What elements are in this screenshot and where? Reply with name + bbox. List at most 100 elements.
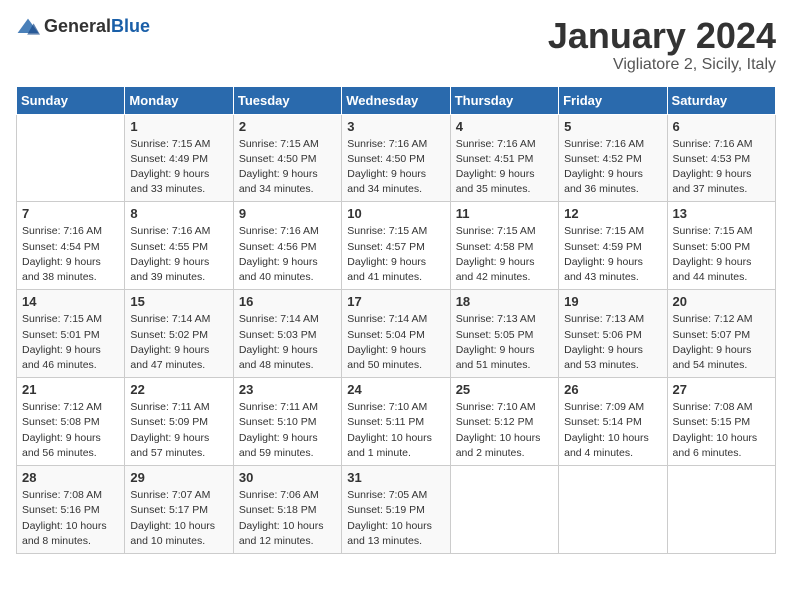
calendar-cell: 26Sunrise: 7:09 AMSunset: 5:14 PMDayligh… — [559, 378, 667, 466]
day-number: 14 — [22, 294, 119, 309]
day-number: 4 — [456, 119, 553, 134]
calendar-cell: 1 Sunrise: 7:15 AMSunset: 4:49 PMDaylight… — [125, 114, 233, 202]
calendar-cell: 7Sunrise: 7:16 AMSunset: 4:54 PMDaylight… — [17, 202, 125, 290]
day-number: 27 — [673, 382, 770, 397]
day-info: Sunrise: 7:06 AMSunset: 5:18 PMDaylight:… — [239, 488, 336, 549]
day-number: 18 — [456, 294, 553, 309]
header-day-wednesday: Wednesday — [342, 86, 450, 114]
day-info: Sunrise: 7:12 AMSunset: 5:07 PMDaylight:… — [673, 312, 770, 373]
day-info: Sunrise: 7:14 AMSunset: 5:03 PMDaylight:… — [239, 312, 336, 373]
day-info: Sunrise: 7:16 AMSunset: 4:55 PMDaylight:… — [130, 224, 227, 285]
day-number: 20 — [673, 294, 770, 309]
calendar-cell: 22 Sunrise: 7:11 AMSunset: 5:09 PMDayligh… — [125, 378, 233, 466]
day-number: 28 — [22, 470, 119, 485]
calendar-cell: 11 Sunrise: 7:15 AMSunset: 4:58 PMDayligh… — [450, 202, 558, 290]
header-day-thursday: Thursday — [450, 86, 558, 114]
calendar-cell: 14 Sunrise: 7:15 AMSunset: 5:01 PMDayligh… — [17, 290, 125, 378]
header-day-monday: Monday — [125, 86, 233, 114]
calendar-cell: 17 Sunrise: 7:14 AMSunset: 5:04 PMDayligh… — [342, 290, 450, 378]
calendar-cell: 27 Sunrise: 7:08 AMSunset: 5:15 PMDayligh… — [667, 378, 775, 466]
day-info: Sunrise: 7:14 AMSunset: 5:04 PMDaylight:… — [347, 312, 444, 373]
calendar-body: 1 Sunrise: 7:15 AMSunset: 4:49 PMDaylight… — [17, 114, 776, 553]
day-number: 6 — [673, 119, 770, 134]
day-number: 1 — [130, 119, 227, 134]
day-info: Sunrise: 7:11 AMSunset: 5:09 PMDaylight:… — [130, 400, 227, 461]
day-number: 11 — [456, 206, 553, 221]
day-number: 2 — [239, 119, 336, 134]
calendar-header: SundayMondayTuesdayWednesdayThursdayFrid… — [17, 86, 776, 114]
calendar-cell: 24 Sunrise: 7:10 AMSunset: 5:11 PMDayligh… — [342, 378, 450, 466]
logo-general: General — [44, 16, 111, 36]
day-number: 30 — [239, 470, 336, 485]
day-info: Sunrise: 7:13 AMSunset: 5:05 PMDaylight:… — [456, 312, 553, 373]
day-number: 23 — [239, 382, 336, 397]
day-info: Sunrise: 7:10 AMSunset: 5:11 PMDaylight:… — [347, 400, 444, 461]
day-number: 29 — [130, 470, 227, 485]
day-number: 13 — [673, 206, 770, 221]
calendar-cell: 3 Sunrise: 7:16 AMSunset: 4:50 PMDaylight… — [342, 114, 450, 202]
day-info: Sunrise: 7:15 AMSunset: 4:49 PMDaylight:… — [130, 137, 227, 198]
calendar-cell: 5Sunrise: 7:16 AMSunset: 4:52 PMDaylight… — [559, 114, 667, 202]
header-day-tuesday: Tuesday — [233, 86, 341, 114]
page-header: GeneralBlue January 2024 Vigliatore 2, S… — [16, 16, 776, 74]
day-info: Sunrise: 7:13 AMSunset: 5:06 PMDaylight:… — [564, 312, 661, 373]
day-number: 3 — [347, 119, 444, 134]
week-row-0: 1 Sunrise: 7:15 AMSunset: 4:49 PMDaylight… — [17, 114, 776, 202]
day-number: 17 — [347, 294, 444, 309]
day-info: Sunrise: 7:15 AMSunset: 4:58 PMDaylight:… — [456, 224, 553, 285]
day-info: Sunrise: 7:16 AMSunset: 4:56 PMDaylight:… — [239, 224, 336, 285]
day-info: Sunrise: 7:16 AMSunset: 4:51 PMDaylight:… — [456, 137, 553, 198]
day-number: 25 — [456, 382, 553, 397]
day-number: 10 — [347, 206, 444, 221]
day-info: Sunrise: 7:15 AMSunset: 5:01 PMDaylight:… — [22, 312, 119, 373]
day-info: Sunrise: 7:14 AMSunset: 5:02 PMDaylight:… — [130, 312, 227, 373]
calendar-table: SundayMondayTuesdayWednesdayThursdayFrid… — [16, 86, 776, 554]
calendar-cell: 6 Sunrise: 7:16 AMSunset: 4:53 PMDaylight… — [667, 114, 775, 202]
day-number: 26 — [564, 382, 661, 397]
calendar-cell: 31 Sunrise: 7:05 AMSunset: 5:19 PMDayligh… — [342, 466, 450, 554]
day-info: Sunrise: 7:15 AMSunset: 5:00 PMDaylight:… — [673, 224, 770, 285]
calendar-cell: 28 Sunrise: 7:08 AMSunset: 5:16 PMDayligh… — [17, 466, 125, 554]
day-number: 16 — [239, 294, 336, 309]
week-row-3: 21Sunrise: 7:12 AMSunset: 5:08 PMDayligh… — [17, 378, 776, 466]
calendar-cell: 2 Sunrise: 7:15 AMSunset: 4:50 PMDaylight… — [233, 114, 341, 202]
logo: GeneralBlue — [16, 16, 150, 37]
day-info: Sunrise: 7:08 AMSunset: 5:15 PMDaylight:… — [673, 400, 770, 461]
calendar-cell: 19 Sunrise: 7:13 AMSunset: 5:06 PMDayligh… — [559, 290, 667, 378]
day-info: Sunrise: 7:16 AMSunset: 4:53 PMDaylight:… — [673, 137, 770, 198]
day-info: Sunrise: 7:16 AMSunset: 4:50 PMDaylight:… — [347, 137, 444, 198]
day-number: 12 — [564, 206, 661, 221]
day-number: 24 — [347, 382, 444, 397]
calendar-cell: 10 Sunrise: 7:15 AMSunset: 4:57 PMDayligh… — [342, 202, 450, 290]
day-number: 15 — [130, 294, 227, 309]
day-number: 8 — [130, 206, 227, 221]
day-number: 31 — [347, 470, 444, 485]
calendar-cell: 21Sunrise: 7:12 AMSunset: 5:08 PMDayligh… — [17, 378, 125, 466]
day-info: Sunrise: 7:07 AMSunset: 5:17 PMDaylight:… — [130, 488, 227, 549]
calendar-cell: 9Sunrise: 7:16 AMSunset: 4:56 PMDaylight… — [233, 202, 341, 290]
day-info: Sunrise: 7:15 AMSunset: 4:50 PMDaylight:… — [239, 137, 336, 198]
header-day-sunday: Sunday — [17, 86, 125, 114]
header-row: SundayMondayTuesdayWednesdayThursdayFrid… — [17, 86, 776, 114]
day-info: Sunrise: 7:11 AMSunset: 5:10 PMDaylight:… — [239, 400, 336, 461]
day-info: Sunrise: 7:05 AMSunset: 5:19 PMDaylight:… — [347, 488, 444, 549]
calendar-cell: 15 Sunrise: 7:14 AMSunset: 5:02 PMDayligh… — [125, 290, 233, 378]
day-info: Sunrise: 7:15 AMSunset: 4:57 PMDaylight:… — [347, 224, 444, 285]
day-info: Sunrise: 7:08 AMSunset: 5:16 PMDaylight:… — [22, 488, 119, 549]
logo-text: GeneralBlue — [44, 16, 150, 37]
week-row-2: 14 Sunrise: 7:15 AMSunset: 5:01 PMDayligh… — [17, 290, 776, 378]
calendar-subtitle: Vigliatore 2, Sicily, Italy — [548, 56, 776, 74]
calendar-cell: 29 Sunrise: 7:07 AMSunset: 5:17 PMDayligh… — [125, 466, 233, 554]
calendar-title: January 2024 — [548, 16, 776, 56]
day-number: 5 — [564, 119, 661, 134]
calendar-cell: 4 Sunrise: 7:16 AMSunset: 4:51 PMDaylight… — [450, 114, 558, 202]
day-info: Sunrise: 7:16 AMSunset: 4:54 PMDaylight:… — [22, 224, 119, 285]
calendar-cell: 12Sunrise: 7:15 AMSunset: 4:59 PMDayligh… — [559, 202, 667, 290]
calendar-cell: 25 Sunrise: 7:10 AMSunset: 5:12 PMDayligh… — [450, 378, 558, 466]
day-number: 22 — [130, 382, 227, 397]
calendar-cell: 13 Sunrise: 7:15 AMSunset: 5:00 PMDayligh… — [667, 202, 775, 290]
day-number: 19 — [564, 294, 661, 309]
calendar-cell: 16 Sunrise: 7:14 AMSunset: 5:03 PMDayligh… — [233, 290, 341, 378]
day-info: Sunrise: 7:10 AMSunset: 5:12 PMDaylight:… — [456, 400, 553, 461]
header-day-friday: Friday — [559, 86, 667, 114]
